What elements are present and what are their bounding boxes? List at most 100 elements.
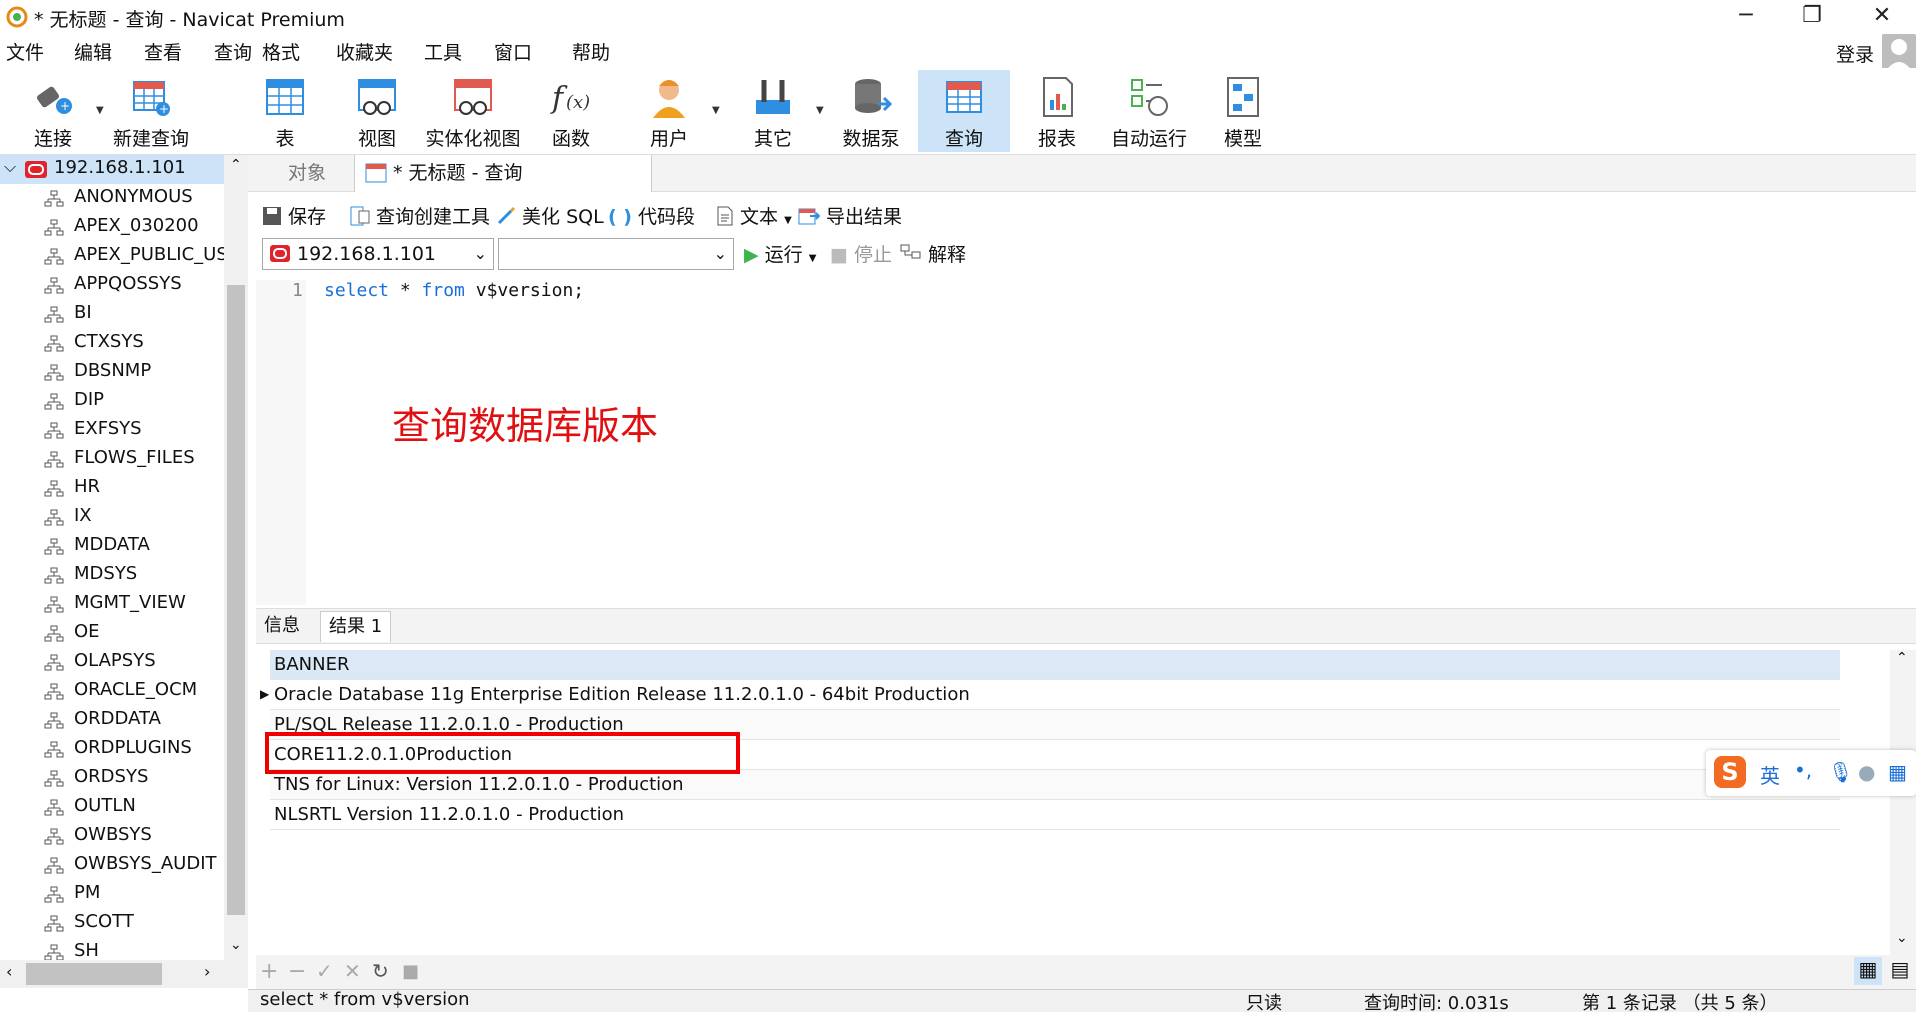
query-builder-button[interactable]: 查询创建工具 (350, 202, 490, 228)
tree-schema-item[interactable]: APEX_030200 (0, 213, 224, 242)
close-button[interactable]: ✕ (1852, 0, 1912, 34)
report-button[interactable]: 报表 (1014, 70, 1100, 152)
user-button[interactable]: 用户 (626, 70, 712, 152)
tree-schema-item[interactable]: ORDSYS (0, 764, 224, 793)
ime-punct-toggle[interactable]: •, (1794, 758, 1812, 782)
automation-button[interactable]: 自动运行 (1106, 70, 1192, 152)
grid-vertical-scrollbar[interactable]: ⌃ ⌄ (1890, 650, 1916, 955)
tree-schema-item[interactable]: SCOTT (0, 909, 224, 938)
add-row-icon[interactable]: + (260, 959, 278, 984)
data-pump-button[interactable]: 数据泵 (828, 70, 914, 152)
tree-schema-item[interactable]: CTXSYS (0, 329, 224, 358)
tree-schema-item[interactable]: DIP (0, 387, 224, 416)
ime-lang-toggle[interactable]: 英 (1760, 760, 1780, 789)
explain-button[interactable]: 解释 (900, 240, 966, 266)
tree-schema-item[interactable]: APPQOSSYS (0, 271, 224, 300)
tree-schema-item[interactable]: DBSNMP (0, 358, 224, 387)
scroll-left-icon[interactable]: ‹ (6, 962, 12, 981)
microphone-icon[interactable]: 🎙 (1828, 760, 1853, 784)
query-button[interactable]: 查询 (918, 70, 1010, 152)
tree-schema-item[interactable]: ORACLE_OCM (0, 677, 224, 706)
delete-row-icon[interactable]: − (288, 959, 306, 984)
menu-view[interactable]: 查看 (144, 38, 182, 65)
tree-horizontal-scrollbar[interactable]: ‹ › (0, 960, 248, 988)
table-row[interactable]: NLSRTL Version 11.2.0.1.0 - Production (270, 800, 1840, 830)
avatar-icon[interactable] (1882, 34, 1916, 72)
tree-schema-item[interactable]: HR (0, 474, 224, 503)
minimize-button[interactable]: ─ (1716, 0, 1776, 34)
scroll-down-icon[interactable]: ⌄ (230, 937, 242, 953)
tree-schema-item[interactable]: OE (0, 619, 224, 648)
view-button[interactable]: 视图 (334, 70, 420, 152)
connect-dropdown-icon[interactable]: ▼ (96, 105, 104, 116)
text-button[interactable]: 文本 ▼ (716, 202, 792, 228)
collapse-chevron-icon[interactable]: ⌵ (4, 157, 16, 177)
table-button[interactable]: 表 (242, 70, 328, 152)
save-button[interactable]: 保存 (262, 202, 326, 228)
ime-toolbar[interactable]: S 英 •, 🎙 ● ▦ (1706, 750, 1916, 796)
menu-file[interactable]: 文件 (6, 38, 44, 65)
model-button[interactable]: 模型 (1200, 70, 1286, 152)
login-link[interactable]: 登录 (1836, 40, 1874, 67)
scroll-up-icon[interactable]: ⌃ (230, 157, 242, 173)
menu-favorites[interactable]: 收藏夹 (336, 38, 393, 65)
maximize-button[interactable]: ❐ (1782, 0, 1842, 34)
schema-select[interactable]: ⌄ (498, 238, 734, 270)
tree-schema-item[interactable]: OWBSYS_AUDIT (0, 851, 224, 880)
menu-edit[interactable]: 编辑 (74, 38, 112, 65)
stop-square-icon[interactable]: ■ (402, 961, 419, 982)
tree-schema-item[interactable]: ANONYMOUS (0, 184, 224, 213)
code-snippet-button[interactable]: ( ) 代码段 (608, 202, 695, 228)
tab-info[interactable]: 信息 (256, 611, 308, 641)
tab-objects[interactable]: 对象 (288, 155, 326, 191)
grid-view-icon[interactable]: ▦ (1854, 957, 1882, 985)
tree-schema-item[interactable]: BI (0, 300, 224, 329)
table-row[interactable]: TNS for Linux: Version 11.2.0.1.0 - Prod… (270, 770, 1840, 800)
user-skin-icon[interactable]: ● (1858, 760, 1875, 784)
tree-schema-item[interactable]: IX (0, 503, 224, 532)
tree-schema-item[interactable]: MDDATA (0, 532, 224, 561)
beautify-sql-button[interactable]: 美化 SQL (496, 202, 604, 228)
column-header[interactable]: BANNER (270, 650, 1840, 680)
connection-select[interactable]: 192.168.1.101 ⌄ (262, 238, 494, 270)
tree-schema-item[interactable]: ORDDATA (0, 706, 224, 735)
refresh-icon[interactable]: ↻ (372, 959, 389, 983)
function-button[interactable]: f (x) 函数 (528, 70, 614, 152)
menu-help[interactable]: 帮助 (572, 38, 610, 65)
user-dropdown-icon[interactable]: ▼ (712, 105, 720, 116)
text-dropdown-icon[interactable]: ▼ (784, 215, 792, 226)
scroll-down-icon[interactable]: ⌄ (1896, 930, 1908, 946)
tab-query[interactable]: * 无标题 - 查询 (354, 155, 652, 192)
connect-button[interactable]: + 连接 (10, 70, 96, 152)
stop-button[interactable]: ■ 停止 (830, 240, 892, 266)
run-button[interactable]: ▶ 运行 ▼ (744, 240, 816, 266)
menu-format[interactable]: 格式 (262, 38, 300, 65)
tree-schema-item[interactable]: EXFSYS (0, 416, 224, 445)
tree-schema-item[interactable]: OUTLN (0, 793, 224, 822)
menu-query[interactable]: 查询 (214, 38, 252, 65)
menu-tools[interactable]: 工具 (424, 38, 462, 65)
tree-schema-item[interactable]: OLAPSYS (0, 648, 224, 677)
other-dropdown-icon[interactable]: ▼ (816, 105, 824, 116)
scroll-right-icon[interactable]: › (204, 962, 210, 981)
run-dropdown-icon[interactable]: ▼ (809, 253, 817, 264)
tree-connection-item[interactable]: ⌵ 192.168.1.101 (0, 155, 224, 184)
discard-x-icon[interactable]: ✕ (344, 959, 361, 983)
scroll-thumb-h[interactable] (26, 963, 162, 985)
tree-schema-item[interactable]: APEX_PUBLIC_USER (0, 242, 224, 271)
new-query-button[interactable]: + 新建查询 (108, 70, 194, 152)
form-view-icon[interactable]: ▤ (1886, 957, 1914, 985)
menu-window[interactable]: 窗口 (494, 38, 532, 65)
tree-schema-item[interactable]: ORDPLUGINS (0, 735, 224, 764)
tab-result-1[interactable]: 结果 1 (320, 611, 392, 642)
materialized-view-button[interactable]: 实体化视图 (425, 70, 521, 152)
tree-schema-item[interactable]: MGMT_VIEW (0, 590, 224, 619)
other-button[interactable]: 其它 (730, 70, 816, 152)
scroll-up-icon[interactable]: ⌃ (1896, 650, 1908, 666)
tree-schema-item[interactable]: FLOWS_FILES (0, 445, 224, 474)
grid-menu-icon[interactable]: ▦ (1888, 760, 1907, 784)
sql-code-line[interactable]: select * from v$version; (324, 280, 584, 301)
export-results-button[interactable]: 导出结果 (798, 202, 902, 228)
scroll-thumb[interactable] (227, 285, 245, 915)
tree-schema-item[interactable]: OWBSYS (0, 822, 224, 851)
